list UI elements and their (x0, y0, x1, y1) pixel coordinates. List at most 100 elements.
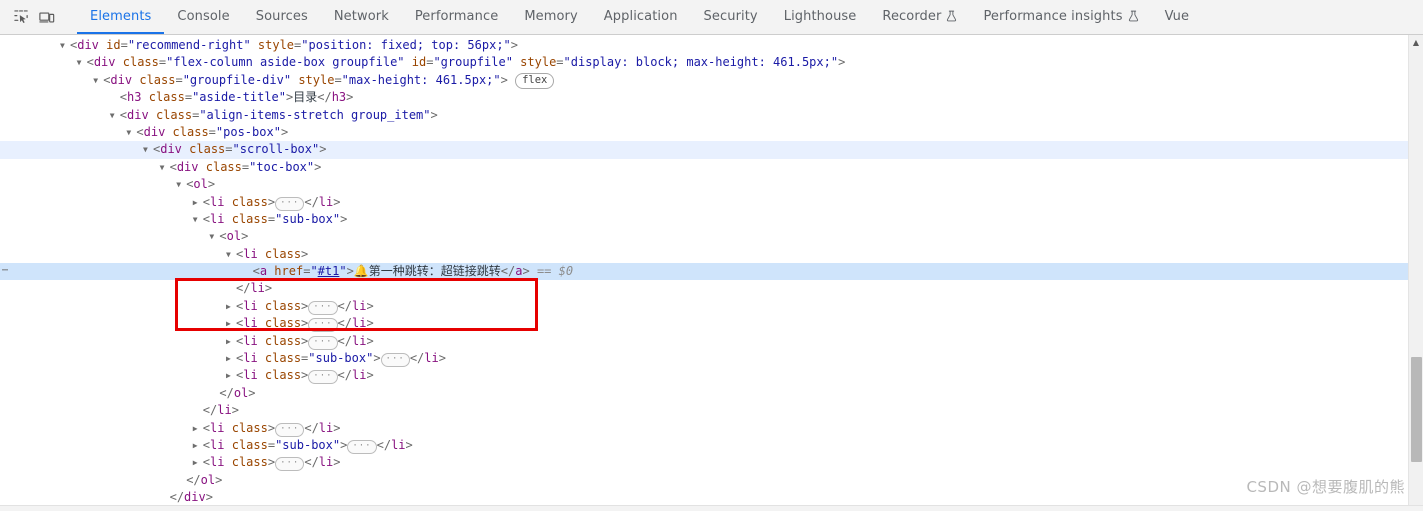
tab-performance[interactable]: Performance (402, 0, 511, 34)
dom-tree-row[interactable]: <li class>···</li> (0, 367, 1408, 385)
expand-triangle-icon[interactable] (193, 454, 203, 471)
tab-network[interactable]: Network (321, 0, 402, 34)
dom-tree-row[interactable]: <li class>···</li> (0, 298, 1408, 315)
dom-tree-row[interactable]: <li class> (0, 246, 1408, 263)
dom-tree-scrollbar[interactable]: ▲ (1408, 35, 1423, 511)
dom-tree-row[interactable]: <li class>···</li> (0, 420, 1408, 437)
expand-triangle-icon[interactable] (226, 367, 236, 384)
dom-node-markup: <li class="sub-box"> ··· </li> (236, 351, 446, 368)
collapse-triangle-icon[interactable] (60, 37, 70, 54)
dom-tree-row[interactable]: <li class>···</li> (0, 454, 1408, 472)
dom-node-markup: </ol> (219, 385, 256, 400)
dom-node-markup: <li class> ··· </li> (202, 455, 341, 472)
elements-panel: <div id="recommend-right" style="positio… (0, 35, 1423, 511)
dom-tree-row[interactable]: <div class="flex-column aside-box groupf… (0, 54, 1408, 71)
tab-vue[interactable]: Vue (1152, 0, 1203, 34)
collapse-triangle-icon[interactable] (176, 176, 186, 193)
tab-security[interactable]: Security (691, 0, 771, 34)
tab-label: Vue (1164, 8, 1190, 24)
dom-node-markup: <div class="pos-box"> (136, 124, 289, 139)
dom-node-markup: <a href="#t1">🔔第一种跳转：超链接跳转</a> == $0 (252, 264, 574, 279)
tab-label: Memory (524, 8, 578, 24)
tab-label: Console (177, 8, 230, 24)
dom-node-markup: <li class> ··· </li> (236, 316, 374, 333)
dom-tree-row[interactable]: </div> (0, 489, 1408, 506)
devtools-tab-bar: Elements Console Sources Network Performance… (77, 0, 1202, 34)
dom-tree-row[interactable]: <div id="recommend-right" style="positio… (0, 37, 1408, 54)
row-overflow-dots-icon[interactable]: ⋯ (2, 266, 8, 276)
collapse-triangle-icon[interactable] (160, 159, 170, 176)
devtools-toolbar: Elements Console Sources Network Performance… (0, 0, 1423, 35)
expand-triangle-icon[interactable] (226, 315, 236, 332)
collapse-triangle-icon[interactable] (77, 54, 87, 71)
dom-node-markup: <li class> ··· </li> (236, 333, 374, 350)
collapse-triangle-icon[interactable] (126, 124, 136, 141)
collapse-triangle-icon[interactable] (193, 211, 203, 228)
dom-tree-row[interactable]: <li class>···</li> (0, 333, 1408, 350)
tab-label: Performance insights (983, 8, 1123, 24)
dom-node-markup: <li class> ··· </li> (202, 420, 341, 437)
dom-node-markup: </ol> (186, 472, 223, 487)
tab-console[interactable]: Console (164, 0, 242, 34)
tab-lighthouse[interactable]: Lighthouse (771, 0, 870, 34)
collapse-triangle-icon[interactable] (143, 141, 153, 158)
tab-label: Recorder (882, 8, 942, 24)
experimental-flask-icon (1128, 10, 1139, 22)
dom-tree-row[interactable]: </li> (0, 402, 1408, 419)
dom-node-markup: </li> (202, 403, 239, 418)
dom-tree-row[interactable]: <ol> (0, 228, 1408, 245)
dom-tree-row[interactable]: <li class="sub-box">···</li> (0, 437, 1408, 454)
dom-tree-row[interactable]: <li class="sub-box"> (0, 211, 1408, 228)
device-toolbar-icon[interactable] (34, 4, 60, 30)
dom-tree-row[interactable]: <ol> (0, 176, 1408, 193)
dom-node-markup: <h3 class="aside-title">目录</h3> (119, 90, 354, 105)
tab-performance-insights[interactable]: Performance insights (970, 0, 1151, 34)
dom-tree-row[interactable]: </ol> (0, 385, 1408, 402)
dom-node-markup: <ol> (219, 229, 249, 244)
tab-label: Sources (255, 8, 308, 24)
collapse-triangle-icon[interactable] (93, 72, 103, 89)
dom-node-markup: <li class="sub-box"> (202, 211, 348, 226)
expand-triangle-icon[interactable] (226, 333, 236, 350)
tab-label: Network (333, 8, 389, 24)
tab-elements[interactable]: Elements (77, 0, 165, 34)
dom-node-markup: <ol> (186, 177, 216, 192)
csdn-watermark: CSDN @想要腹肌的熊 (1246, 478, 1405, 496)
dom-tree-row[interactable]: <div class="pos-box"> (0, 124, 1408, 141)
dom-node-markup: <div class="toc-box"> (169, 159, 322, 174)
dom-tree-row[interactable]: ⋯ <a href="#t1">🔔第一种跳转：超链接跳转</a> == $0 (0, 263, 1408, 281)
expand-triangle-icon[interactable] (193, 437, 203, 454)
expand-triangle-icon[interactable] (226, 298, 236, 315)
dom-node-markup: <div id="recommend-right" style="positio… (70, 38, 519, 52)
tab-label: Security (703, 8, 758, 24)
dom-tree-row[interactable]: <h3 class="aside-title">目录</h3> (0, 89, 1408, 106)
dom-tree-row[interactable]: <div class="scroll-box"> (0, 141, 1408, 159)
tab-recorder[interactable]: Recorder (869, 0, 970, 34)
dom-tree-row[interactable]: <li class>···</li> (0, 194, 1408, 211)
dom-node-markup: <div class="flex-column aside-box groupf… (86, 55, 846, 70)
scroll-up-arrow-icon[interactable]: ▲ (1409, 35, 1423, 49)
dom-tree-row[interactable]: <div class="align-items-stretch group_it… (0, 107, 1408, 124)
inspect-element-icon[interactable] (8, 4, 34, 30)
dom-tree-row[interactable]: <li class>···</li> (0, 315, 1408, 333)
tab-label: Elements (90, 8, 152, 24)
dom-tree-row[interactable]: <div class="toc-box"> (0, 159, 1408, 176)
dom-tree-row[interactable]: <div class="groupfile-div" style="max-he… (0, 72, 1408, 89)
tab-memory[interactable]: Memory (511, 0, 590, 34)
expand-triangle-icon[interactable] (193, 420, 203, 437)
tab-application[interactable]: Application (591, 0, 691, 34)
dom-tree-row[interactable]: <li class="sub-box">···</li> (0, 350, 1408, 368)
expand-triangle-icon[interactable] (226, 350, 236, 367)
dom-node-markup: <div class="align-items-stretch group_it… (119, 107, 438, 122)
collapse-triangle-icon[interactable] (226, 246, 236, 263)
collapse-triangle-icon[interactable] (209, 228, 219, 245)
expand-triangle-icon[interactable] (193, 194, 203, 211)
tab-sources[interactable]: Sources (243, 0, 321, 34)
bottom-strip (0, 505, 1423, 511)
scrollbar-thumb[interactable] (1411, 357, 1422, 462)
dom-tree-row[interactable]: </li> (0, 280, 1408, 297)
dom-tree-row[interactable]: </ol> (0, 472, 1408, 489)
collapse-triangle-icon[interactable] (110, 107, 120, 124)
tab-label: Lighthouse (783, 8, 857, 24)
dom-tree[interactable]: <div id="recommend-right" style="positio… (0, 35, 1408, 511)
